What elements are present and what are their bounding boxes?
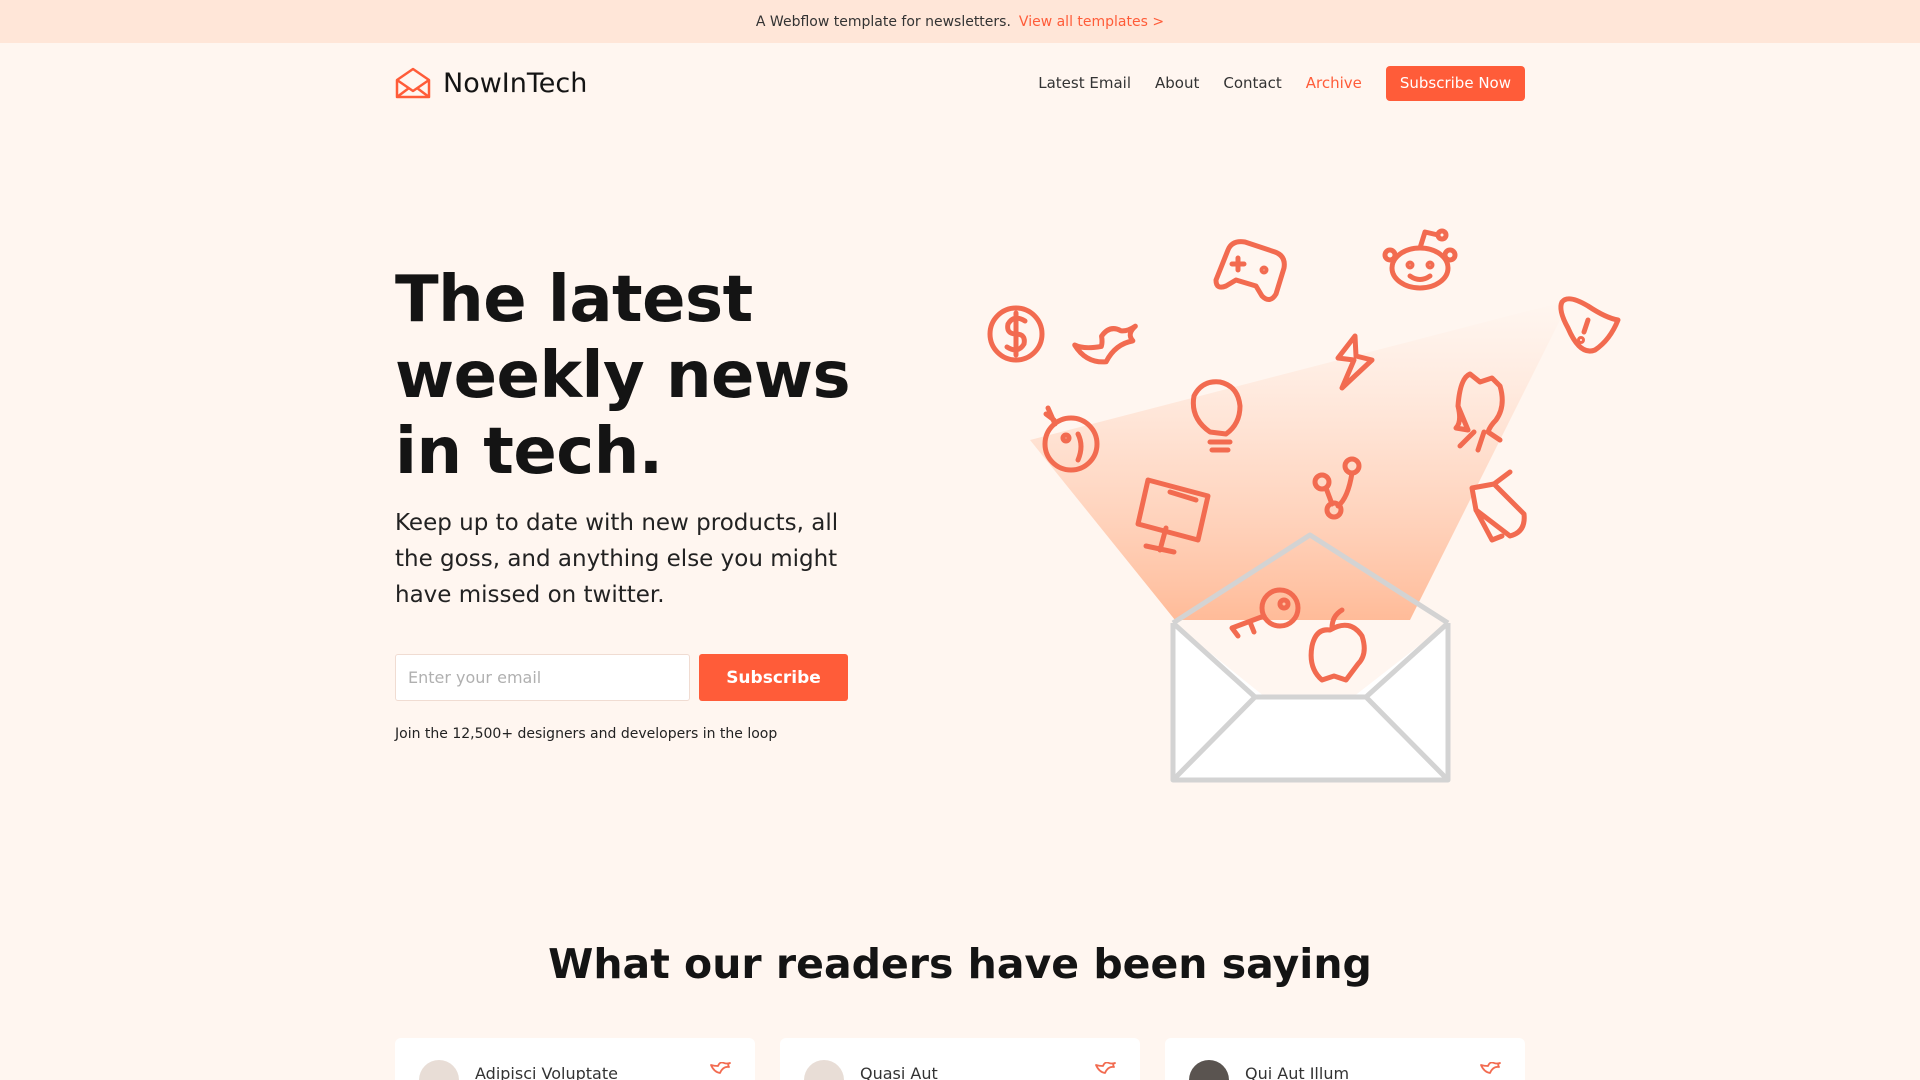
- testimonial-card: Qui Aut Illum: [1165, 1038, 1525, 1080]
- subscriber-count-note: Join the 12,500+ designers and developer…: [395, 726, 778, 742]
- avatar: [419, 1060, 459, 1080]
- reader-name: Adipisci Voluptate: [475, 1064, 618, 1080]
- twitter-icon[interactable]: [1479, 1062, 1501, 1080]
- avatar: [1189, 1060, 1229, 1080]
- testimonial-cards: Adipisci Voluptate Quasi Aut Qui Aut Ill…: [395, 1038, 1525, 1080]
- email-input[interactable]: [395, 654, 690, 701]
- testimonials-title: What our readers have been saying: [548, 940, 1372, 988]
- nav-links: Latest Email About Contact Archive Subsc…: [1014, 65, 1525, 101]
- twitter-icon[interactable]: [1094, 1062, 1116, 1080]
- subscribe-now-button[interactable]: Subscribe Now: [1385, 65, 1525, 101]
- testimonial-card: Adipisci Voluptate: [395, 1038, 755, 1080]
- testimonial-card: Quasi Aut: [780, 1038, 1140, 1080]
- twitter-icon: [1072, 323, 1138, 365]
- apple-icon: [1308, 607, 1367, 683]
- nav-archive[interactable]: Archive: [1306, 74, 1362, 92]
- nav-contact[interactable]: Contact: [1223, 74, 1281, 92]
- dollar-icon: [987, 305, 1045, 363]
- nav-latest-email[interactable]: Latest Email: [1038, 74, 1131, 92]
- announcement-text: A Webflow template for newsletters.: [755, 13, 1011, 30]
- hero-title-line: The latest: [395, 263, 753, 337]
- brand-logo[interactable]: NowInTech: [395, 67, 587, 99]
- navbar: NowInTech Latest Email About Contact Arc…: [395, 63, 1525, 103]
- announcement-bar: A Webflow template for newsletters. View…: [0, 0, 1920, 43]
- envelope-icon: [395, 67, 431, 99]
- hero-title-line: weekly news: [395, 339, 851, 413]
- reader-name: Qui Aut Illum: [1245, 1064, 1350, 1080]
- megaphone-icon: [1469, 469, 1527, 543]
- reader-name: Quasi Aut: [860, 1064, 938, 1080]
- subscribe-button[interactable]: Subscribe: [699, 654, 848, 701]
- hero-title: The latest weekly news in tech.: [395, 262, 865, 490]
- twitter-icon[interactable]: [709, 1062, 731, 1080]
- subscribe-form: Subscribe: [395, 654, 848, 701]
- hero-title-line: in tech.: [395, 415, 663, 489]
- gamepad-icon: [1213, 239, 1287, 302]
- view-templates-link[interactable]: View all templates >: [1019, 14, 1164, 30]
- reddit-icon: [1382, 228, 1458, 291]
- nav-about[interactable]: About: [1155, 74, 1199, 92]
- hero-subtitle: Keep up to date with new products, all t…: [395, 510, 839, 608]
- brand-name: NowInTech: [443, 67, 588, 99]
- alert-shield-icon: [1558, 296, 1621, 354]
- hero-illustration: [987, 228, 1621, 783]
- avatar: [804, 1060, 844, 1080]
